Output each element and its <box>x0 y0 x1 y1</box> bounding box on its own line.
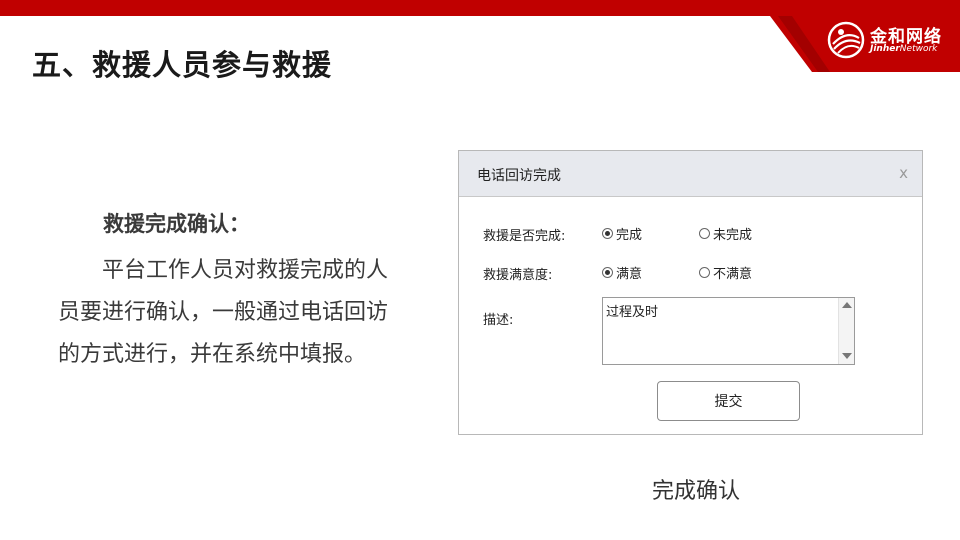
logo-english-rest: Network <box>899 44 938 54</box>
radio-unsatisfied[interactable]: 不满意 <box>699 264 753 282</box>
radio-checked-icon <box>602 227 613 239</box>
completed-label: 救援是否完成: <box>483 229 566 244</box>
radio-satisfied[interactable]: 满意 <box>602 264 643 282</box>
radio-label: 完成 <box>616 227 643 243</box>
radio-completed-no[interactable]: 未完成 <box>699 225 753 243</box>
section-body: 平台工作人员对救援完成的人员要进行确认，一般通过电话回访的方式进行，并在系统中填… <box>58 258 389 367</box>
globe-swoosh-icon <box>827 21 865 59</box>
close-icon[interactable]: x <box>899 164 908 182</box>
dialog-header: 电话回访完成 x <box>459 151 922 197</box>
satisfaction-label: 救援满意度: <box>483 268 553 283</box>
section-heading: 救援完成确认： <box>103 212 250 236</box>
logo-english-text: JinherNetwork <box>870 44 937 54</box>
radio-checked-icon <box>602 266 613 278</box>
textarea-scrollbar[interactable] <box>838 298 854 364</box>
radio-label: 未完成 <box>713 227 753 243</box>
scroll-down-arrow-icon[interactable] <box>842 353 852 359</box>
page-title: 五、救援人员参与救援 <box>32 48 333 82</box>
radio-completed-yes[interactable]: 完成 <box>602 225 643 243</box>
scroll-up-arrow-icon[interactable] <box>842 302 852 308</box>
phone-callback-dialog: 电话回访完成 x 救援是否完成: 完成 未完成 救援满意度: 满意 不满意 描述… <box>458 150 923 435</box>
dialog-title: 电话回访完成 <box>477 168 561 184</box>
company-logo: 金和网络 JinherNetwork <box>826 20 956 60</box>
radio-label: 不满意 <box>713 266 753 282</box>
submit-button[interactable]: 提交 <box>657 381 800 421</box>
figure-caption: 完成确认 <box>652 479 741 504</box>
radio-unchecked-icon <box>699 227 710 239</box>
logo-english-bold: Jinher <box>870 44 900 54</box>
description-value: 过程及时 <box>606 305 659 320</box>
description-label: 描述: <box>483 313 514 328</box>
radio-label: 满意 <box>616 266 643 282</box>
radio-unchecked-icon <box>699 266 710 278</box>
description-textarea[interactable]: 过程及时 <box>602 297 855 365</box>
